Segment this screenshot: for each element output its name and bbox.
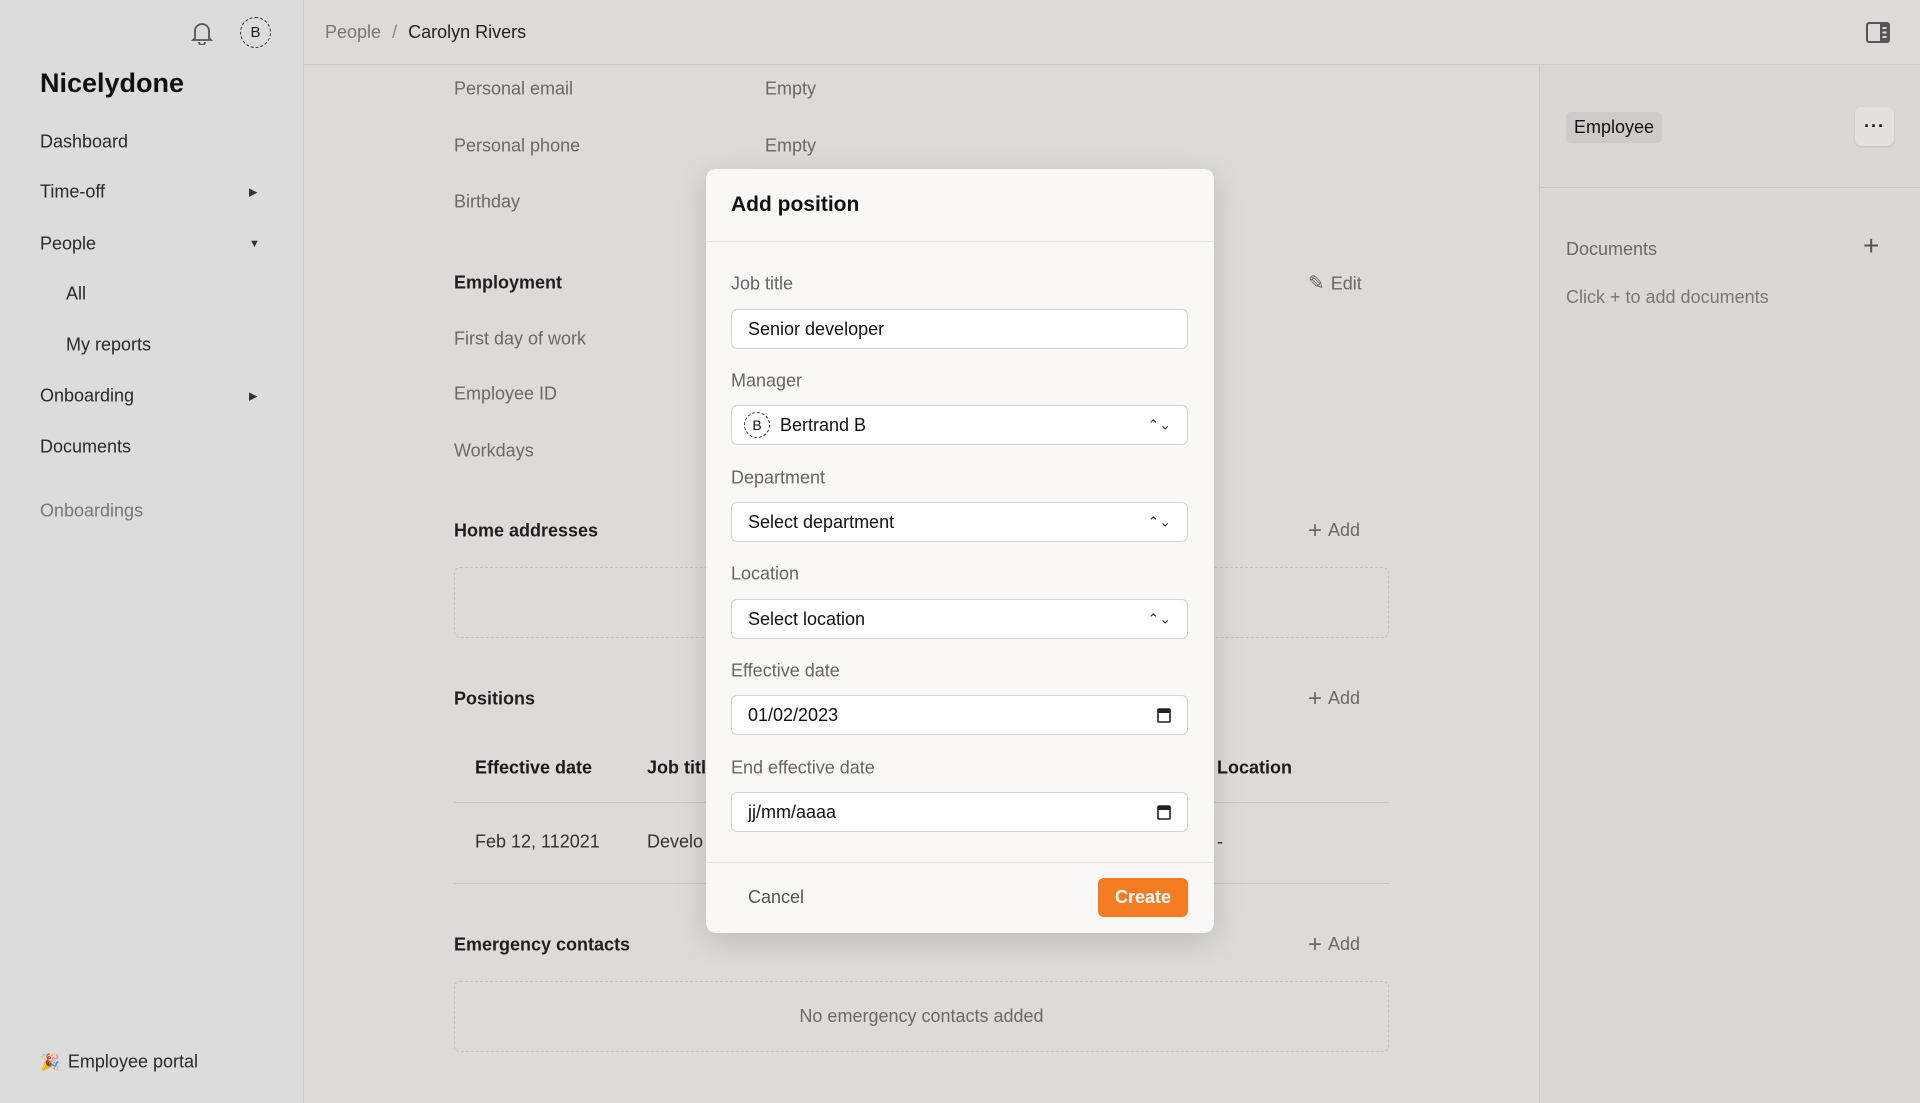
chevron-up-down-icon: ⌃⌄ [1148,417,1171,434]
home-addresses-heading: Home addresses [454,521,598,542]
sidebar-item-time-off[interactable]: Time-off [40,182,105,203]
personal-email-label: Personal email [454,79,573,100]
plus-icon: + [1308,685,1322,712]
modal-header-divider [706,241,1214,242]
avatar[interactable]: B [240,17,271,48]
effective-date-input[interactable]: 01/02/2023 [731,695,1188,735]
sidebar-item-dashboard[interactable]: Dashboard [40,132,128,153]
chevron-up-down-icon: ⌃⌄ [1148,514,1171,531]
breadcrumb-separator: / [392,22,397,42]
department-select[interactable]: Select department ⌃⌄ [731,502,1188,542]
location-select[interactable]: Select location ⌃⌄ [731,599,1188,639]
employment-heading: Employment [454,273,562,294]
caret-down-icon[interactable]: ▼ [249,238,260,250]
birthday-label: Birthday [454,192,520,213]
breadcrumb: People / Carolyn Rivers [325,22,526,43]
employee-portal-link[interactable]: 🎉 Employee portal [40,1052,198,1073]
end-effective-date-input[interactable]: jj/mm/aaaa [731,792,1188,832]
add-label: Add [1328,520,1360,540]
sidebar-item-documents[interactable]: Documents [40,437,131,458]
personal-phone-value: Empty [765,136,816,157]
manager-label: Manager [731,371,802,392]
effective-date-value: 01/02/2023 [748,705,838,726]
add-document-plus-icon[interactable]: + [1863,230,1879,262]
app-logo: Nicelydone [40,68,184,99]
employee-id-label: Employee ID [454,384,557,405]
job-title-label: Job title [731,274,793,295]
documents-hint: Click + to add documents [1566,287,1769,308]
pencil-icon: ✎ [1308,273,1325,295]
top-bar: People / Carolyn Rivers [304,0,1920,65]
personal-email-value: Empty [765,79,816,100]
party-popper-icon: 🎉 [40,1055,60,1072]
add-position-button[interactable]: + Add [1308,685,1360,713]
breadcrumb-current: Carolyn Rivers [408,22,526,42]
right-panel: Employee ··· Documents + Click + to add … [1539,65,1920,1103]
job-title-value: Senior developer [748,319,884,340]
create-label: Create [1115,887,1171,908]
employee-portal-label: Employee portal [68,1052,198,1072]
column-job-title: Job titl [647,758,706,779]
sidebar-item-my-reports[interactable]: My reports [66,335,151,356]
documents-heading: Documents [1566,239,1657,260]
employee-badge: Employee [1566,112,1662,143]
manager-avatar: B [744,412,770,438]
empty-message: No emergency contacts added [799,1006,1043,1027]
cell-location: - [1217,832,1223,853]
chevron-up-down-icon: ⌃⌄ [1148,611,1171,628]
emergency-contacts-heading: Emergency contacts [454,935,630,956]
manager-select[interactable]: B Bertrand B ⌃⌄ [731,405,1188,445]
create-button[interactable]: Create [1098,878,1188,917]
ellipsis-icon: ··· [1864,116,1885,137]
sidebar-item-all[interactable]: All [66,284,86,305]
panel-toggle-icon[interactable] [1866,22,1890,43]
divider [1540,187,1920,188]
add-label: Add [1328,934,1360,954]
cell-effective-date: Feb 12, 112021 [475,832,600,853]
breadcrumb-people[interactable]: People [325,22,381,42]
bell-icon[interactable] [191,21,213,45]
cell-job-title: Develo [647,832,703,853]
add-home-address-button[interactable]: + Add [1308,517,1360,545]
sidebar: B Nicelydone Dashboard Time-off ▶ People… [0,0,304,1103]
sidebar-item-onboarding[interactable]: Onboarding [40,386,134,407]
department-value: Select department [748,512,894,533]
plus-icon: + [1308,931,1322,958]
job-title-input[interactable]: Senior developer [731,309,1188,349]
sidebar-item-onboardings[interactable]: Onboardings [40,501,143,522]
end-effective-date-label: End effective date [731,758,875,779]
location-value: Select location [748,609,865,630]
sidebar-item-people[interactable]: People [40,234,96,255]
calendar-icon[interactable] [1157,707,1171,723]
emergency-contacts-empty: No emergency contacts added [454,981,1389,1052]
calendar-icon[interactable] [1157,804,1171,820]
caret-right-icon[interactable]: ▶ [249,186,257,199]
add-label: Add [1328,688,1360,708]
add-emergency-contact-button[interactable]: + Add [1308,931,1360,959]
add-position-modal: Add position Job title Senior developer … [706,169,1214,933]
first-day-label: First day of work [454,329,586,350]
end-effective-date-value: jj/mm/aaaa [748,802,836,823]
edit-label: Edit [1331,274,1362,294]
modal-footer-divider [706,862,1214,863]
column-effective-date: Effective date [475,758,592,779]
plus-icon: + [1308,517,1322,544]
personal-phone-label: Personal phone [454,136,580,157]
column-location: Location [1217,758,1292,779]
location-label: Location [731,564,799,585]
edit-employment-button[interactable]: ✎ Edit [1308,271,1362,296]
cancel-button[interactable]: Cancel [748,887,804,908]
caret-right-icon[interactable]: ▶ [249,390,257,403]
workdays-label: Workdays [454,441,534,462]
effective-date-label: Effective date [731,661,840,682]
modal-title: Add position [731,193,859,217]
manager-value: Bertrand B [780,415,866,436]
more-options-button[interactable]: ··· [1855,107,1894,146]
positions-heading: Positions [454,689,535,710]
department-label: Department [731,468,825,489]
